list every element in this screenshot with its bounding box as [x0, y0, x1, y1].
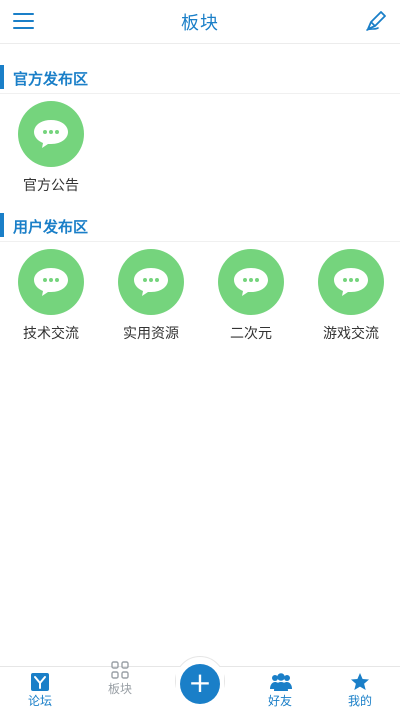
star-icon [350, 672, 370, 692]
add-post-button[interactable]: + [180, 664, 220, 704]
board-label: 游戏交流 [323, 326, 379, 342]
section-accent-bar [0, 213, 4, 237]
section-user-header: 用户发布区 [0, 213, 400, 237]
grid-icon [110, 660, 130, 680]
board-item-official-announcement[interactable]: 官方公告 [1, 101, 101, 195]
board-item-resources[interactable]: 实用资源 [101, 249, 201, 343]
section-title: 官方发布区 [13, 70, 89, 88]
nav-tab-me[interactable]: 我的 [320, 667, 400, 712]
section-accent-bar [0, 65, 4, 89]
board-item-tech[interactable]: 技术交流 [1, 249, 101, 343]
divider [0, 241, 400, 242]
friends-icon [270, 672, 292, 692]
board-label: 实用资源 [123, 326, 179, 342]
board-label: 官方公告 [23, 178, 79, 194]
chat-bubble-icon [218, 249, 284, 315]
top-app-bar: 板块 [0, 0, 400, 44]
section-official-header: 官方发布区 [0, 65, 400, 89]
board-item-games[interactable]: 游戏交流 [301, 249, 400, 343]
chat-bubble-icon [18, 101, 84, 167]
section-title: 用户发布区 [13, 218, 89, 236]
pen-edit-icon[interactable] [364, 9, 388, 33]
nav-label: 板块 [107, 682, 132, 696]
nav-label: 好友 [267, 694, 292, 708]
page-title: 板块 [181, 13, 219, 34]
board-label: 技术交流 [23, 326, 79, 342]
chat-bubble-icon [118, 249, 184, 315]
board-item-acg[interactable]: 二次元 [201, 249, 301, 343]
board-label: 二次元 [230, 326, 272, 342]
nav-tab-boards[interactable]: 板块 [80, 655, 160, 701]
forum-y-icon [30, 672, 50, 692]
nav-tab-forum[interactable]: 论坛 [0, 667, 80, 712]
nav-label: 论坛 [27, 694, 52, 708]
nav-tab-friends[interactable]: 好友 [240, 667, 320, 712]
divider [0, 93, 400, 94]
chat-bubble-icon [18, 249, 84, 315]
nav-label: 我的 [347, 694, 372, 708]
chat-bubble-icon [318, 249, 384, 315]
